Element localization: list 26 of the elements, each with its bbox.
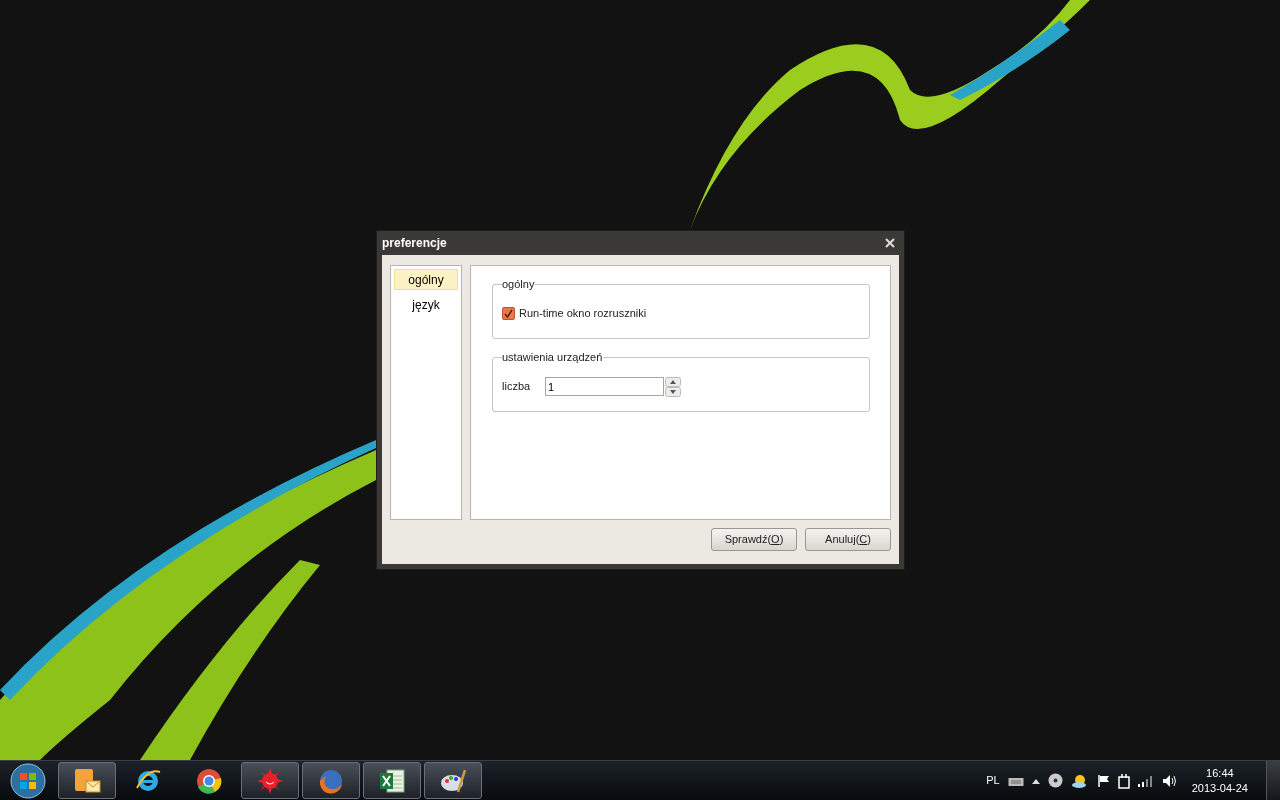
field-label: liczba [502,379,532,395]
weather-sun-cloud-icon[interactable] [1070,772,1089,789]
signal-bars-icon[interactable] [1137,774,1154,787]
taskbar-app-button[interactable] [58,762,116,799]
category-item[interactable]: ogólny [394,269,458,290]
checkmark-icon [504,309,513,318]
disc-icon[interactable] [1047,773,1063,788]
caret-up-icon[interactable] [1031,777,1040,784]
taskbar-app-button[interactable] [424,762,482,799]
group-title: ustawienia urządzeń [502,350,604,364]
group-title: ogólny [502,277,536,291]
checkbox[interactable] [502,307,515,320]
window-title: preferencje [382,235,447,252]
speaker-icon[interactable] [1161,773,1178,788]
flag-icon[interactable] [1096,773,1110,788]
dialog-button[interactable]: Anuluj(C) [805,528,891,551]
clock-date: 2013-04-24 [1191,780,1248,796]
taskbar-app-button[interactable] [363,762,421,799]
clock-time: 16:44 [1206,765,1234,781]
category-item[interactable]: język [394,294,458,315]
checkbox-label: Run-time okno rozruszniki [519,306,647,322]
dialog-button[interactable]: Sprawdź(O) [711,528,797,551]
language-indicator[interactable]: PL [986,772,1000,789]
clock[interactable]: 16:44 2013-04-24 [1191,765,1248,796]
number-field[interactable]: 1 [545,377,664,396]
close-icon[interactable] [885,238,895,248]
